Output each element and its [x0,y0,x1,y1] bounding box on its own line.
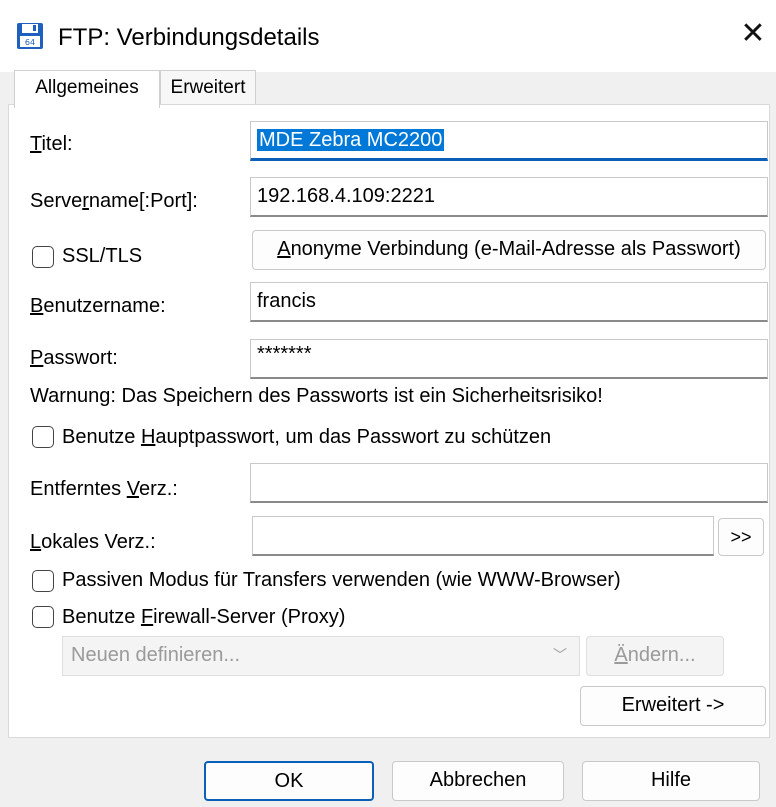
master-password-label: Benutze Hauptpasswort, um das Passwort z… [62,426,552,448]
cancel-button[interactable]: Abbrechen [392,761,564,801]
ssl-label: SSL/TLS [62,245,143,267]
password-label: Passwort: [30,347,118,369]
remote-dir-input[interactable] [250,463,768,503]
browse-local-dir-button[interactable]: >> [718,518,764,556]
proxy-select-value: Neuen definieren... [71,644,241,666]
ok-button[interactable]: OK [204,761,374,801]
local-dir-label: Lokales Verz.: [30,531,156,553]
ftp-floppy-icon: 64 [17,23,43,49]
local-dir-input[interactable] [252,516,714,556]
tab-erweitert[interactable]: Erweitert [160,70,256,106]
remote-dir-label: Entferntes Verz.: [30,478,178,500]
titel-input[interactable]: MDE Zebra MC2200 [250,121,768,161]
password-warning-text: Warnung: Das Speichern des Passworts ist… [30,385,603,407]
master-password-checkbox[interactable] [32,426,54,448]
username-input[interactable]: francis [250,282,768,322]
server-label: Servername[:Port]: [30,190,198,212]
server-input[interactable]: 192.168.4.109:2221 [250,177,768,217]
titel-label: Titel: [30,133,73,155]
svg-text:64: 64 [25,38,35,47]
firewall-label: Benutze Firewall-Server (Proxy) [62,606,346,628]
close-icon[interactable]: ✕ [738,16,768,52]
change-proxy-button[interactable]: Ändern... [586,636,724,676]
proxy-select[interactable]: Neuen definieren... ﹀ [62,636,580,676]
anonymous-connection-button[interactable]: Anonyme Verbindung (e-Mail-Adresse als P… [252,230,766,270]
firewall-checkbox[interactable] [32,606,54,628]
password-input[interactable]: ******* [250,339,768,379]
advanced-button[interactable]: Erweitert -> [580,686,766,726]
window-title: FTP: Verbindungsdetails [58,24,320,51]
passive-mode-checkbox[interactable] [32,570,54,592]
tab-allgemeines[interactable]: Allgemeines [14,70,160,108]
help-button[interactable]: Hilfe [582,761,760,801]
user-label: Benutzername: [30,295,166,317]
ssl-checkbox[interactable] [32,246,54,268]
chevron-down-icon: ﹀ [553,647,567,663]
passive-mode-label: Passiven Modus für Transfers verwenden (… [62,569,621,591]
